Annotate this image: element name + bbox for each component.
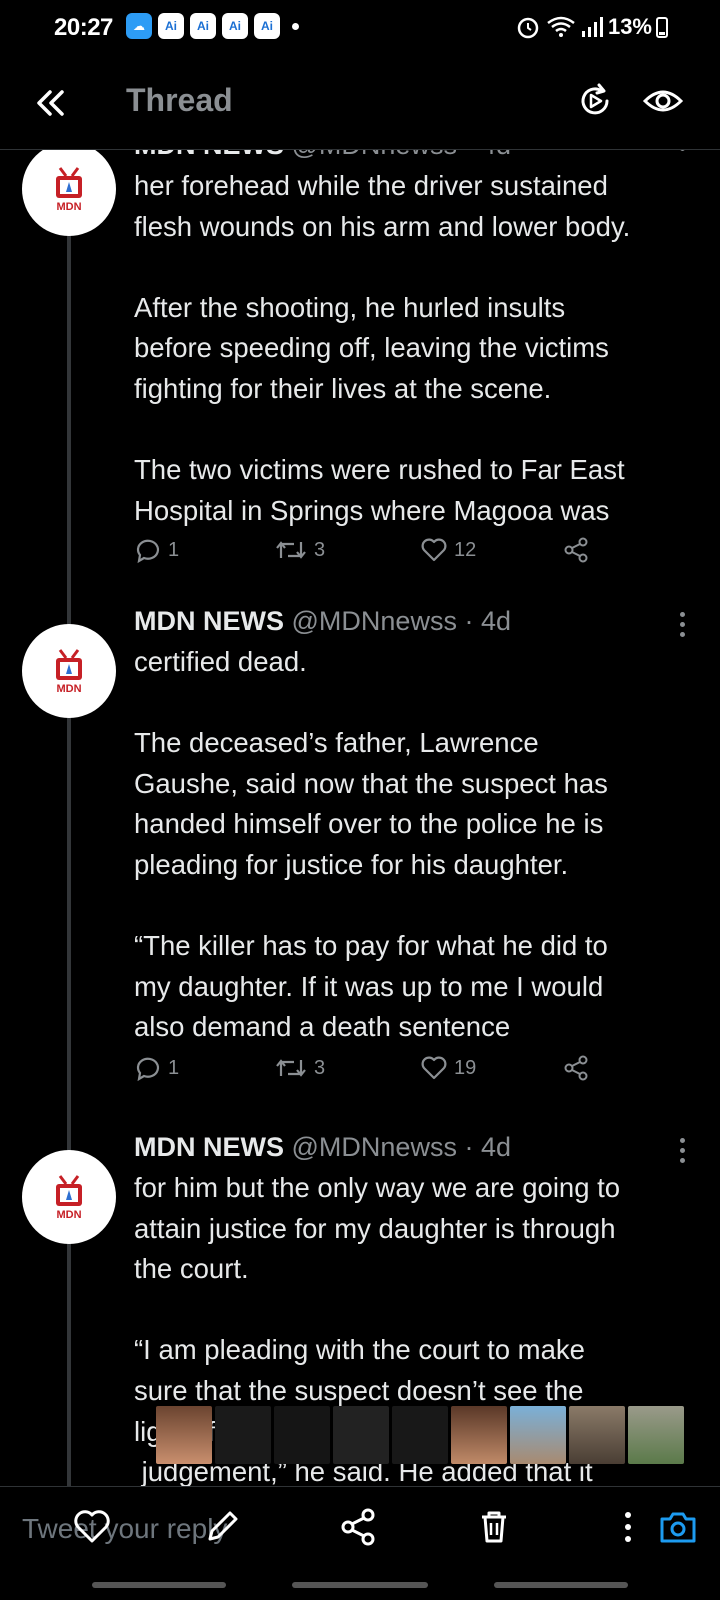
battery-icon	[656, 17, 668, 38]
status-time: 20:27	[54, 14, 113, 41]
retweet-count: 3	[314, 538, 326, 561]
thumbnail[interactable]	[156, 1406, 212, 1464]
signal-icon	[581, 17, 603, 37]
ai-app-icon: Ai	[190, 13, 216, 39]
avatar[interactable]: MDN	[22, 624, 116, 718]
retweet-button[interactable]: 3	[274, 536, 325, 564]
mdn-logo-icon: MDN	[56, 167, 82, 213]
thread-header: Thread	[0, 56, 720, 150]
tweet-actions: 1 3 12	[134, 536, 614, 576]
share-icon	[564, 1055, 588, 1081]
like-button[interactable]: 12	[420, 536, 476, 564]
camera-icon[interactable]	[656, 1505, 700, 1549]
retweet-count: 3	[314, 1056, 326, 1079]
retweet-icon	[276, 541, 306, 559]
author-handle[interactable]: @MDNnewss	[292, 150, 457, 160]
author-name[interactable]: MDN NEWS	[134, 1132, 284, 1162]
reply-count: 1	[168, 538, 180, 561]
retweet-icon	[276, 1059, 306, 1077]
delete-icon[interactable]	[472, 1505, 516, 1549]
svg-text:MDN: MDN	[56, 1209, 81, 1221]
reply-button[interactable]: 1	[134, 536, 179, 564]
tweet-age: · 4d	[464, 150, 511, 160]
tweet-actions: 1 3 19	[134, 1054, 614, 1094]
author-handle[interactable]: @MDNnewss	[292, 606, 457, 636]
alarm-icon	[517, 17, 539, 39]
author-name[interactable]: MDN NEWS	[134, 606, 284, 636]
thumbnail[interactable]	[333, 1406, 389, 1464]
thumbnail[interactable]	[215, 1406, 271, 1464]
back-icon[interactable]	[30, 82, 72, 124]
share-icon[interactable]	[336, 1505, 380, 1549]
svg-text:MDN: MDN	[56, 683, 81, 695]
reply-count: 1	[168, 1056, 180, 1079]
svg-text:MDN: MDN	[56, 201, 81, 213]
ai-app-icon: Ai	[158, 13, 184, 39]
screenshot-thumbnails[interactable]	[156, 1406, 684, 1464]
author-handle[interactable]: @MDNnewss	[292, 1132, 457, 1162]
mdn-logo-icon: MDN	[56, 649, 82, 695]
like-button[interactable]: 19	[420, 1054, 476, 1082]
like-count: 19	[454, 1056, 477, 1079]
more-options-icon[interactable]	[680, 150, 688, 156]
thumbnail[interactable]	[510, 1406, 566, 1464]
avatar[interactable]: MDN	[22, 150, 116, 236]
tweet-age: · 4d	[464, 606, 511, 636]
share-button[interactable]	[562, 536, 590, 564]
nav-handle[interactable]	[92, 1582, 226, 1588]
retweet-button[interactable]: 3	[274, 1054, 325, 1082]
avatar[interactable]: MDN	[22, 1150, 116, 1244]
heart-icon	[421, 1056, 447, 1080]
edit-icon[interactable]	[200, 1505, 244, 1549]
thread-connector	[67, 226, 71, 1486]
thumbnail[interactable]	[392, 1406, 448, 1464]
tweet-header: MDN NEWS @MDNnewss · 4d	[134, 606, 511, 637]
reply-input[interactable]: Tweet your reply	[22, 1513, 227, 1545]
page-title: Thread	[126, 82, 233, 118]
tweet-header: MDN NEWS @MDNnewss · 4d	[134, 1132, 511, 1163]
author-name[interactable]: MDN NEWS	[134, 150, 284, 160]
replay-icon[interactable]	[574, 80, 616, 122]
mdn-logo-icon: MDN	[56, 1175, 82, 1221]
notification-icons: ☁ Ai Ai Ai Ai	[126, 13, 299, 39]
thumbnail[interactable]	[628, 1406, 684, 1464]
more-options-icon[interactable]	[680, 1138, 688, 1168]
thumbnail[interactable]	[569, 1406, 625, 1464]
wifi-icon	[547, 16, 575, 37]
reply-icon	[136, 1057, 160, 1082]
status-bar: 20:27 ☁ Ai Ai Ai Ai 13%	[0, 0, 720, 56]
heart-icon	[421, 538, 447, 562]
tweet-age: · 4d	[464, 1132, 511, 1162]
more-notifications-dot	[292, 22, 299, 30]
tweet-header: MDN NEWS @MDNnewss · 4d	[134, 150, 511, 161]
nav-handle[interactable]	[292, 1582, 428, 1588]
reply-icon	[136, 539, 160, 564]
reply-button[interactable]: 1	[134, 1054, 179, 1082]
tweet-text: certified dead. The deceased’s father, L…	[134, 646, 608, 1043]
more-options-icon[interactable]	[680, 612, 688, 642]
share-button[interactable]	[562, 1054, 590, 1082]
heart-icon[interactable]	[70, 1505, 114, 1549]
share-icon	[564, 537, 588, 563]
more-vertical-icon[interactable]	[606, 1505, 650, 1549]
ai-app-icon: Ai	[254, 13, 280, 39]
cloud-app-icon: ☁	[126, 13, 152, 39]
status-right: 13%	[514, 14, 668, 40]
tweet-text: her forehead while the driver sustained …	[134, 170, 631, 526]
thread-list[interactable]: MDN MDN NEWS @MDNnewss · 4d her forehead…	[0, 150, 720, 1486]
eye-icon[interactable]	[642, 80, 684, 122]
ai-app-icon: Ai	[222, 13, 248, 39]
thumbnail[interactable]	[451, 1406, 507, 1464]
battery-percent: 13%	[607, 14, 652, 39]
thumbnail[interactable]	[274, 1406, 330, 1464]
nav-handle[interactable]	[494, 1582, 628, 1588]
like-count: 12	[454, 538, 477, 561]
